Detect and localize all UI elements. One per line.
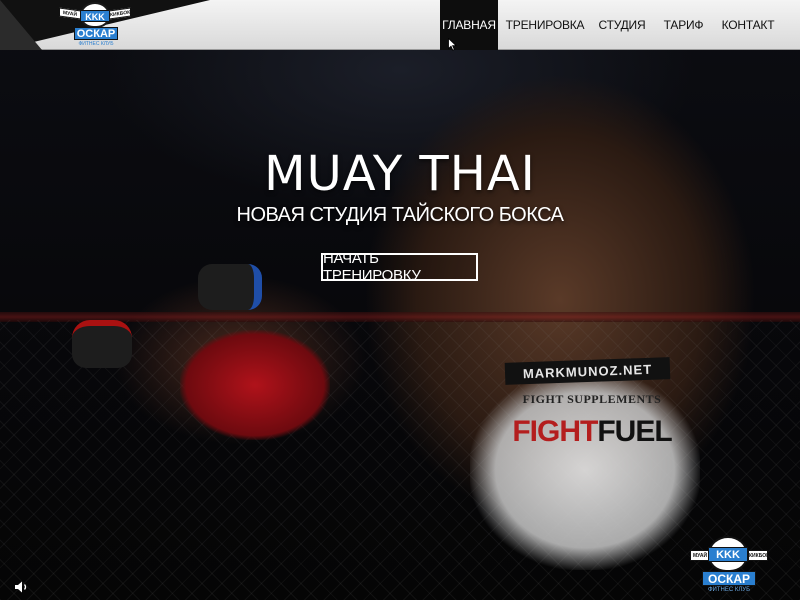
glove-right: [198, 264, 262, 310]
sound-toggle-button[interactable]: [14, 580, 30, 594]
corner-logo-wing-right: КИКБОКСИНГ: [748, 550, 768, 561]
fighter-left-shorts: [180, 330, 330, 440]
logo-wing-left: МУАЙ ТАЙ: [59, 7, 81, 20]
logo-kkk: KKK: [80, 10, 110, 22]
logo-wedge-accent: [0, 0, 42, 50]
shorts-sponsor-text: FIGHT SUPPLEMENTS: [522, 392, 662, 406]
logo-tagline: ФИТНЕС КЛУБ: [78, 41, 114, 47]
hero-subtitle: НОВАЯ СТУДИЯ ТАЙСКОГО БОКСА: [236, 204, 564, 226]
logo-wing-right: КИКБОКСИНГ: [109, 7, 131, 20]
shorts-brand-text: FIGHTFUEL: [512, 415, 672, 449]
speaker-icon: [15, 581, 27, 593]
corner-logo: МУАЙ ТАЙ KKK КИКБОКСИНГ ОСКАР ФИТНЕС КЛУ…: [690, 536, 774, 596]
corner-logo-tagline: ФИТНЕС КЛУБ: [707, 587, 751, 593]
nav-item-studio[interactable]: СТУДИЯ: [589, 0, 655, 50]
hero-title: MUAY THAI: [264, 146, 536, 202]
shorts-brand-part-b: FUEL: [597, 415, 672, 448]
site-logo[interactable]: МУАЙ ТАЙ KKK КИКБОКСИНГ ОСКАР ФИТНЕС КЛУ…: [58, 2, 132, 48]
start-training-button[interactable]: НАЧАТЬ ТРЕНИРОВКУ: [321, 250, 478, 284]
corner-logo-name: ОСКАР: [702, 571, 756, 586]
nav-item-pricing[interactable]: ТАРИФ: [655, 0, 712, 50]
nav-item-contact[interactable]: КОНТАКТ: [712, 0, 784, 50]
logo-name: ОСКАР: [74, 27, 118, 40]
nav-item-training[interactable]: ТРЕНИРОВКА: [501, 0, 589, 50]
mouse-cursor-icon: [448, 38, 457, 51]
corner-logo-kkk: KKK: [708, 547, 748, 562]
shorts-brand-part-a: FIGHT: [512, 415, 598, 448]
hero-background: MARKMUNOZ.NET FIGHT SUPPLEMENTS FIGHTFUE…: [0, 0, 800, 600]
top-navigation-bar: МУАЙ ТАЙ KKK КИКБОКСИНГ ОСКАР ФИТНЕС КЛУ…: [0, 0, 800, 51]
main-nav: ГЛАВНАЯ ТРЕНИРОВКА СТУДИЯ ТАРИФ КОНТАКТ: [440, 0, 800, 50]
glove-left: [72, 320, 132, 368]
corner-logo-wing-left: МУАЙ ТАЙ: [690, 550, 710, 561]
